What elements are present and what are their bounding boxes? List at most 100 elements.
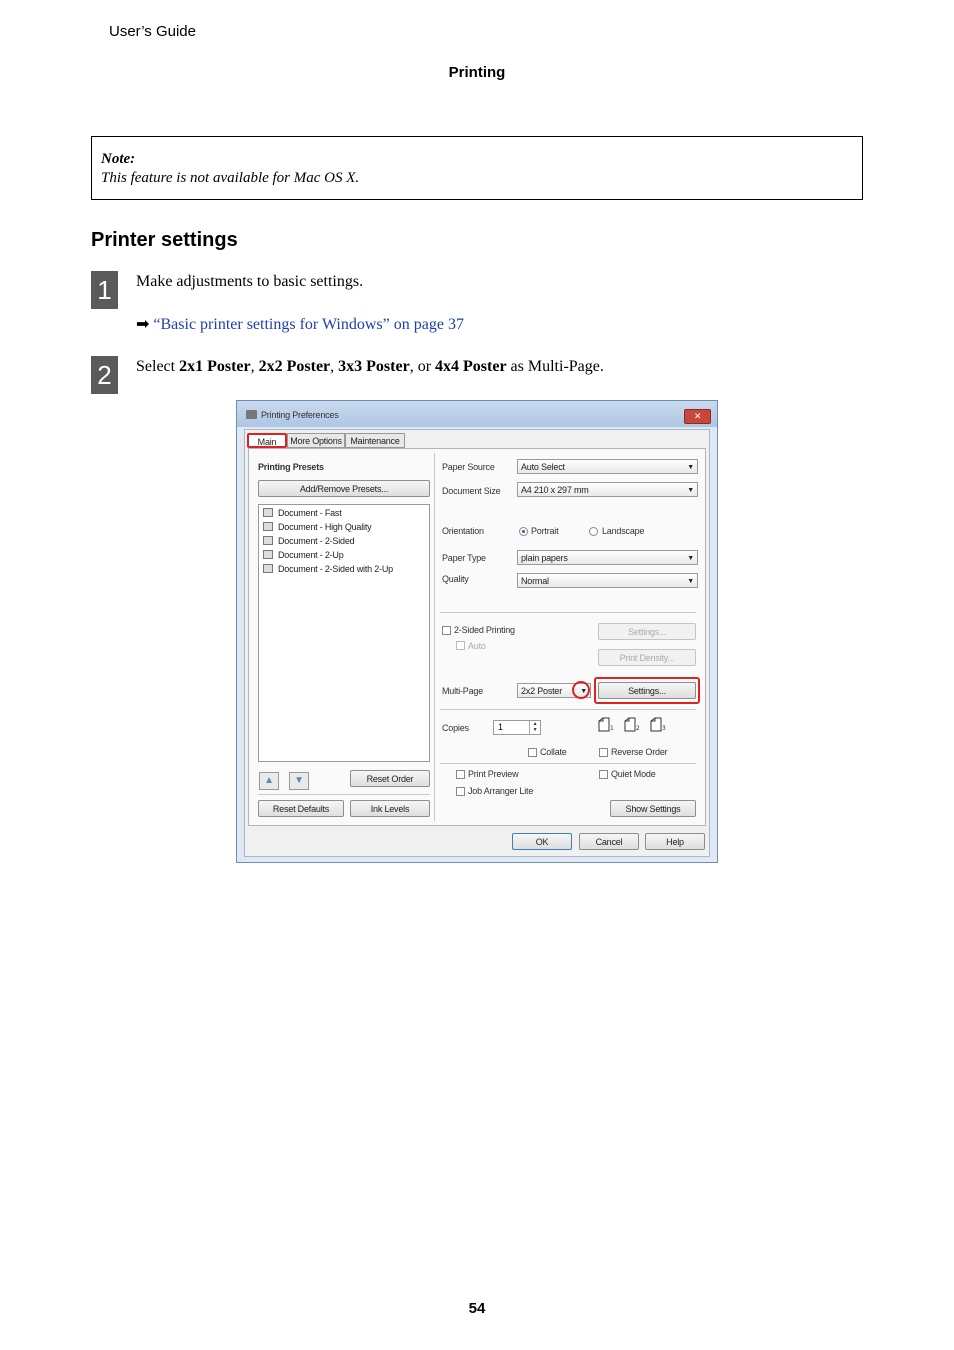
step-2-text: Select 2x1 Poster, 2x2 Poster, 3x3 Poste… bbox=[136, 358, 604, 376]
portrait-radio[interactable] bbox=[519, 527, 528, 536]
move-up-icon[interactable]: ▲ bbox=[259, 772, 279, 790]
paper-type-select[interactable]: plain papers ▼ bbox=[517, 550, 698, 565]
copies-stepper[interactable]: 1 ▲ ▼ bbox=[493, 720, 541, 735]
page-number: 54 bbox=[468, 1300, 486, 1317]
move-down-icon[interactable]: ▼ bbox=[289, 772, 309, 790]
job-arranger-label: Job Arranger Lite bbox=[468, 786, 534, 796]
printer-icon bbox=[246, 410, 257, 419]
svg-text:1: 1 bbox=[610, 725, 614, 732]
two-sided-checkbox[interactable] bbox=[442, 626, 451, 635]
preset-label: Document - 2-Sided bbox=[278, 536, 355, 546]
add-remove-presets-button[interactable]: Add/Remove Presets... bbox=[258, 480, 430, 497]
quality-value: Normal bbox=[521, 576, 549, 586]
basic-settings-link[interactable]: “Basic printer settings for Windows” on … bbox=[153, 316, 464, 333]
note-box: Note: This feature is not available for … bbox=[91, 136, 863, 200]
document-size-select[interactable]: A4 210 x 297 mm ▼ bbox=[517, 482, 698, 497]
landscape-label: Landscape bbox=[602, 526, 645, 536]
tab-main[interactable]: Main bbox=[247, 433, 287, 448]
divider bbox=[440, 763, 696, 764]
multipage-label: Multi-Page bbox=[442, 686, 484, 696]
presets-list[interactable]: Document - Fast Document - High Quality … bbox=[258, 504, 430, 762]
print-preview-checkbox[interactable] bbox=[456, 770, 465, 779]
paper-source-label: Paper Source bbox=[442, 462, 495, 472]
step-2-part: Select bbox=[136, 358, 180, 375]
document-icon bbox=[263, 536, 273, 545]
step-1-link-row: ➡ “Basic printer settings for Windows” o… bbox=[136, 314, 464, 334]
print-preview-label: Print Preview bbox=[468, 769, 519, 779]
document-icon bbox=[263, 508, 273, 517]
header-guide-title: User’s Guide bbox=[109, 23, 196, 40]
chevron-down-icon: ▼ bbox=[687, 578, 694, 585]
preset-label: Document - 2-Sided with 2-Up bbox=[278, 564, 393, 574]
step-2-part: as Multi-Page. bbox=[506, 358, 604, 375]
header-section: Printing bbox=[448, 64, 506, 81]
list-item[interactable]: Document - 2-Sided bbox=[263, 536, 355, 546]
paper-type-value: plain papers bbox=[521, 553, 568, 563]
step-2-option: 3x3 Poster bbox=[338, 358, 410, 375]
paper-source-select[interactable]: Auto Select ▼ bbox=[517, 459, 698, 474]
chevron-down-icon: ▼ bbox=[687, 555, 694, 562]
dialog-titlebar: Printing Preferences ✕ bbox=[237, 401, 717, 427]
step-2-option: 2x2 Poster bbox=[258, 358, 331, 375]
document-size-value: A4 210 x 297 mm bbox=[521, 485, 589, 495]
note-title: Note: bbox=[101, 151, 136, 167]
show-settings-button[interactable]: Show Settings bbox=[610, 800, 696, 817]
svg-text:3: 3 bbox=[662, 725, 666, 732]
collate-pages-icon: 1 bbox=[598, 717, 614, 732]
cancel-button[interactable]: Cancel bbox=[579, 833, 639, 850]
help-button[interactable]: Help bbox=[645, 833, 705, 850]
ok-button[interactable]: OK bbox=[512, 833, 572, 850]
printing-presets-label: Printing Presets bbox=[258, 462, 324, 472]
preset-label: Document - 2-Up bbox=[278, 550, 344, 560]
list-item[interactable]: Document - Fast bbox=[263, 508, 342, 518]
chevron-down-icon: ▼ bbox=[687, 487, 694, 494]
step-2-option: 4x4 Poster bbox=[435, 358, 507, 375]
ink-levels-button[interactable]: Ink Levels bbox=[350, 800, 430, 817]
quality-label: Quality bbox=[442, 574, 469, 584]
copies-label: Copies bbox=[442, 723, 469, 733]
note-body: This feature is not available for Mac OS… bbox=[101, 170, 360, 186]
settings-highlight-box bbox=[594, 677, 700, 704]
two-sided-settings-button[interactable]: Settings... bbox=[598, 623, 696, 640]
job-arranger-checkbox[interactable] bbox=[456, 787, 465, 796]
preset-label: Document - High Quality bbox=[278, 522, 372, 532]
quiet-mode-label: Quiet Mode bbox=[611, 769, 656, 779]
collate-pages-icon: 3 bbox=[650, 717, 666, 732]
printing-preferences-dialog: Printing Preferences ✕ Main More Options… bbox=[236, 400, 718, 863]
list-item[interactable]: Document - 2-Up bbox=[263, 550, 344, 560]
multipage-value: 2x2 Poster bbox=[521, 686, 563, 696]
spin-arrows-icon[interactable]: ▲ ▼ bbox=[529, 721, 540, 734]
quiet-mode-checkbox[interactable] bbox=[599, 770, 608, 779]
orientation-label: Orientation bbox=[442, 526, 484, 536]
close-icon[interactable]: ✕ bbox=[684, 409, 711, 424]
quality-select[interactable]: Normal ▼ bbox=[517, 573, 698, 588]
collate-checkbox[interactable] bbox=[528, 748, 537, 757]
tab-maintenance[interactable]: Maintenance bbox=[345, 433, 405, 448]
document-icon bbox=[263, 522, 273, 531]
reset-order-button[interactable]: Reset Order bbox=[350, 770, 430, 787]
preset-label: Document - Fast bbox=[278, 508, 342, 518]
svg-text:2: 2 bbox=[636, 725, 640, 732]
print-density-button[interactable]: Print Density... bbox=[598, 649, 696, 666]
list-item[interactable]: Document - 2-Sided with 2-Up bbox=[263, 564, 393, 574]
list-item[interactable]: Document - High Quality bbox=[263, 522, 372, 532]
section-heading: Printer settings bbox=[91, 229, 238, 251]
step-2-number: 2 bbox=[91, 356, 118, 394]
step-2-part: , bbox=[330, 358, 339, 375]
dialog-title: Printing Preferences bbox=[261, 410, 339, 420]
paper-type-label: Paper Type bbox=[442, 553, 486, 563]
reverse-order-checkbox[interactable] bbox=[599, 748, 608, 757]
divider bbox=[440, 612, 696, 613]
reverse-order-label: Reverse Order bbox=[611, 747, 668, 757]
document-size-label: Document Size bbox=[442, 486, 501, 496]
collate-label: Collate bbox=[540, 747, 567, 757]
tab-more-options[interactable]: More Options bbox=[287, 433, 345, 448]
landscape-radio[interactable] bbox=[589, 527, 598, 536]
collate-pages-icon: 2 bbox=[624, 717, 640, 732]
chevron-down-icon: ▼ bbox=[687, 464, 694, 471]
two-up-icon bbox=[263, 550, 273, 559]
step-2-option: 2x1 Poster bbox=[179, 358, 251, 375]
divider bbox=[258, 794, 430, 795]
reset-defaults-button[interactable]: Reset Defaults bbox=[258, 800, 344, 817]
auto-checkbox[interactable] bbox=[456, 641, 465, 650]
